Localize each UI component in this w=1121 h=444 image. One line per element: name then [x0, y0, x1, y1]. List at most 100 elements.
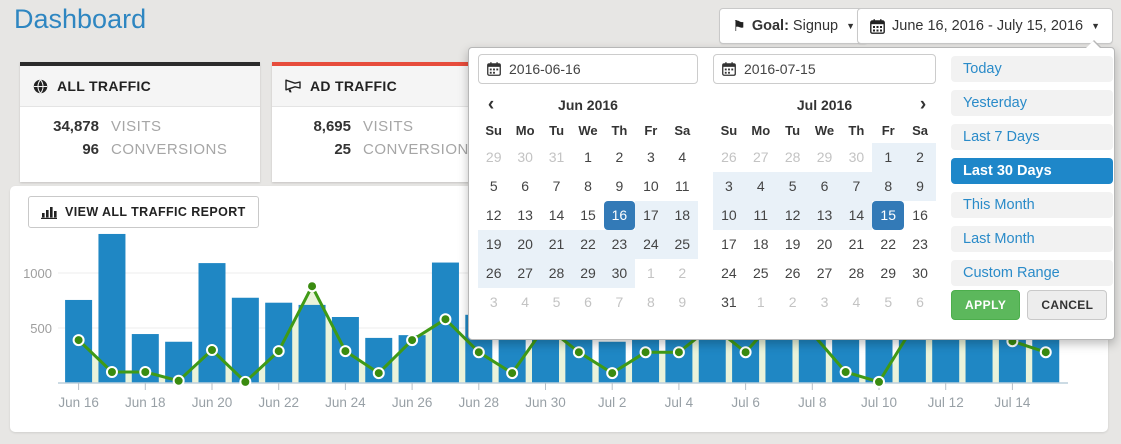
- calendar-day[interactable]: 15: [572, 201, 603, 230]
- calendar-day[interactable]: 2: [777, 288, 809, 317]
- calendar-day[interactable]: 2: [604, 143, 635, 172]
- calendar-day[interactable]: 1: [745, 288, 777, 317]
- calendar-day[interactable]: 30: [509, 143, 540, 172]
- calendar-day[interactable]: 5: [777, 172, 809, 201]
- calendar-day[interactable]: 26: [478, 259, 509, 288]
- calendar-day[interactable]: 19: [478, 230, 509, 259]
- calendar-day[interactable]: 13: [809, 201, 841, 230]
- preset-yesterday[interactable]: Yesterday: [951, 90, 1113, 116]
- preset-last-30-days[interactable]: Last 30 Days: [951, 158, 1113, 184]
- calendar-day[interactable]: 28: [777, 143, 809, 172]
- calendar-day[interactable]: 28: [840, 259, 872, 288]
- calendar-day[interactable]: 1: [572, 143, 603, 172]
- calendar-day[interactable]: 24: [713, 259, 745, 288]
- calendar-day[interactable]: 6: [904, 288, 936, 317]
- calendar-day[interactable]: 17: [713, 230, 745, 259]
- calendar-day[interactable]: 12: [478, 201, 509, 230]
- calendar-day[interactable]: 11: [667, 172, 698, 201]
- calendar-day[interactable]: 22: [872, 230, 904, 259]
- calendar-day[interactable]: 3: [635, 143, 666, 172]
- calendar-day[interactable]: 3: [713, 172, 745, 201]
- cancel-button[interactable]: CANCEL: [1027, 290, 1107, 320]
- calendar-day[interactable]: 4: [509, 288, 540, 317]
- end-date-input[interactable]: [713, 54, 936, 84]
- calendar-day[interactable]: 4: [745, 172, 777, 201]
- calendar-day[interactable]: 9: [904, 172, 936, 201]
- calendar-day[interactable]: 29: [872, 259, 904, 288]
- calendar-day[interactable]: 21: [840, 230, 872, 259]
- calendar-day[interactable]: 15: [872, 201, 904, 230]
- calendar-day[interactable]: 4: [840, 288, 872, 317]
- calendar-day[interactable]: 8: [872, 172, 904, 201]
- calendar-day[interactable]: 2: [667, 259, 698, 288]
- calendar-day[interactable]: 3: [478, 288, 509, 317]
- calendar-day[interactable]: 23: [604, 230, 635, 259]
- calendar-day[interactable]: 20: [809, 230, 841, 259]
- calendar-day[interactable]: 7: [541, 172, 572, 201]
- start-date-input[interactable]: [478, 54, 698, 84]
- calendar-day[interactable]: 14: [840, 201, 872, 230]
- calendar-day[interactable]: 7: [604, 288, 635, 317]
- apply-button[interactable]: APPLY: [951, 290, 1020, 320]
- calendar-day[interactable]: 23: [904, 230, 936, 259]
- calendar-day[interactable]: 5: [478, 172, 509, 201]
- preset-this-month[interactable]: This Month: [951, 192, 1113, 218]
- calendar-day[interactable]: 2: [904, 143, 936, 172]
- calendar-day[interactable]: 29: [572, 259, 603, 288]
- calendar-day[interactable]: 25: [745, 259, 777, 288]
- calendar-day[interactable]: 12: [777, 201, 809, 230]
- calendar-day[interactable]: 7: [840, 172, 872, 201]
- preset-last-month[interactable]: Last Month: [951, 226, 1113, 252]
- calendar-day[interactable]: 27: [809, 259, 841, 288]
- calendar-day[interactable]: 22: [572, 230, 603, 259]
- next-month-button[interactable]: ›: [910, 91, 936, 119]
- calendar-day[interactable]: 29: [809, 143, 841, 172]
- prev-month-button[interactable]: ‹: [478, 91, 504, 119]
- calendar-day[interactable]: 29: [478, 143, 509, 172]
- calendar-day[interactable]: 8: [635, 288, 666, 317]
- view-all-traffic-report-button[interactable]: VIEW ALL TRAFFIC REPORT: [28, 196, 259, 228]
- calendar-day[interactable]: 9: [604, 172, 635, 201]
- calendar-day[interactable]: 21: [541, 230, 572, 259]
- calendar-day[interactable]: 18: [667, 201, 698, 230]
- calendar-day[interactable]: 3: [809, 288, 841, 317]
- calendar-day[interactable]: 9: [667, 288, 698, 317]
- calendar-day[interactable]: 31: [541, 143, 572, 172]
- calendar-day[interactable]: 27: [745, 143, 777, 172]
- preset-custom-range[interactable]: Custom Range: [951, 260, 1113, 286]
- calendar-day[interactable]: 30: [904, 259, 936, 288]
- calendar-day[interactable]: 30: [840, 143, 872, 172]
- calendar-day[interactable]: 28: [541, 259, 572, 288]
- calendar-day[interactable]: 24: [635, 230, 666, 259]
- calendar-day[interactable]: 10: [713, 201, 745, 230]
- calendar-day[interactable]: 6: [572, 288, 603, 317]
- calendar-day[interactable]: 26: [713, 143, 745, 172]
- calendar-day[interactable]: 16: [604, 201, 635, 230]
- calendar-day[interactable]: 1: [635, 259, 666, 288]
- calendar-day[interactable]: 27: [509, 259, 540, 288]
- calendar-day[interactable]: 13: [509, 201, 540, 230]
- goal-dropdown-button[interactable]: ⚑ Goal: Signup ▼: [719, 8, 868, 44]
- calendar-day[interactable]: 1: [872, 143, 904, 172]
- calendar-day[interactable]: 25: [667, 230, 698, 259]
- calendar-day[interactable]: 6: [509, 172, 540, 201]
- calendar-day[interactable]: 31: [713, 288, 745, 317]
- calendar-day[interactable]: 11: [745, 201, 777, 230]
- calendar-day[interactable]: 17: [635, 201, 666, 230]
- calendar-day[interactable]: 10: [635, 172, 666, 201]
- calendar-day[interactable]: 20: [509, 230, 540, 259]
- calendar-day[interactable]: 6: [809, 172, 841, 201]
- calendar-day[interactable]: 5: [541, 288, 572, 317]
- calendar-day[interactable]: 8: [572, 172, 603, 201]
- calendar-day[interactable]: 18: [745, 230, 777, 259]
- calendar-day[interactable]: 26: [777, 259, 809, 288]
- calendar-day[interactable]: 14: [541, 201, 572, 230]
- calendar-day[interactable]: 16: [904, 201, 936, 230]
- calendar-day[interactable]: 30: [604, 259, 635, 288]
- calendar-day[interactable]: 4: [667, 143, 698, 172]
- calendar-day[interactable]: 19: [777, 230, 809, 259]
- preset-last-7-days[interactable]: Last 7 Days: [951, 124, 1113, 150]
- daterange-dropdown-button[interactable]: June 16, 2016 - July 15, 2016 ▼: [857, 8, 1113, 44]
- preset-today[interactable]: Today: [951, 56, 1113, 82]
- calendar-day[interactable]: 5: [872, 288, 904, 317]
